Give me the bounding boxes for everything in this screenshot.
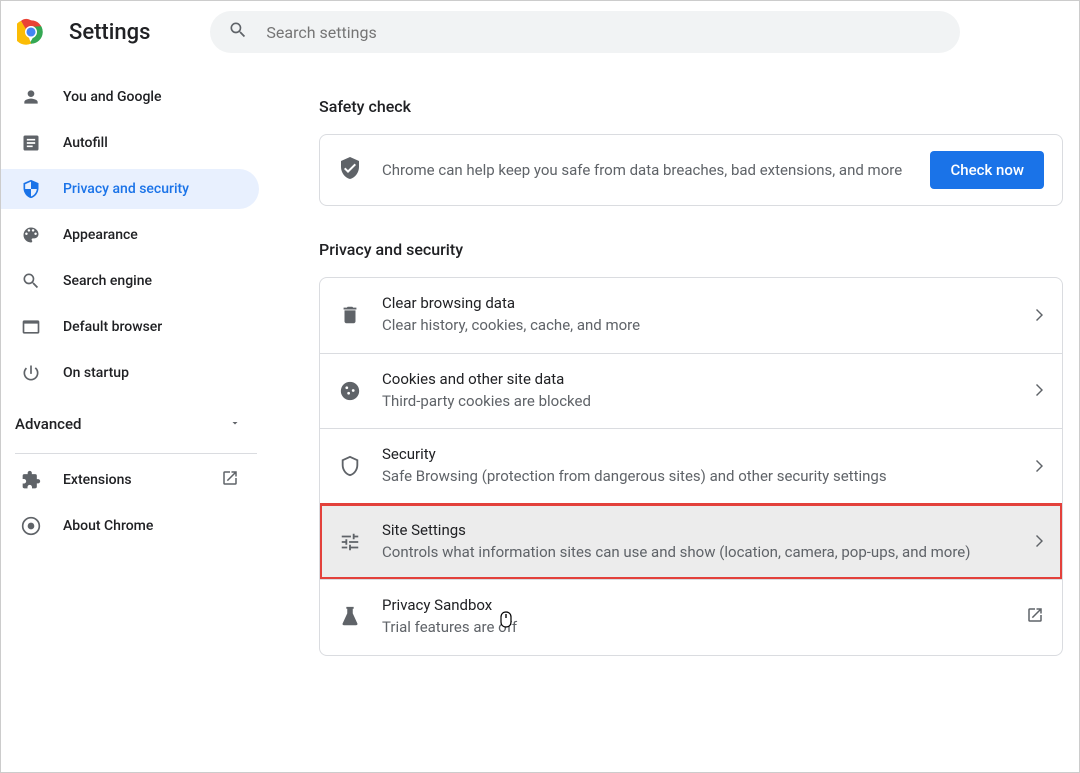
- check-now-button[interactable]: Check now: [930, 151, 1044, 189]
- setting-secondary: Clear history, cookies, cache, and more: [382, 314, 1026, 337]
- sidebar-item-search-engine[interactable]: Search engine: [1, 261, 259, 301]
- setting-privacy-sandbox[interactable]: Privacy Sandbox Trial features are off: [320, 579, 1062, 655]
- setting-secondary: Controls what information sites can use …: [382, 541, 1026, 564]
- cookie-icon: [338, 380, 362, 402]
- palette-icon: [21, 225, 41, 245]
- page-title: Settings: [69, 20, 150, 45]
- setting-site-settings[interactable]: Site Settings Controls what information …: [320, 504, 1062, 580]
- setting-primary: Cookies and other site data: [382, 370, 1026, 388]
- sidebar-item-autofill[interactable]: Autofill: [1, 123, 259, 163]
- content: Safety check Chrome can help keep you sa…: [271, 63, 1079, 772]
- power-icon: [21, 363, 41, 383]
- privacy-card: Clear browsing data Clear history, cooki…: [319, 277, 1063, 656]
- sidebar: You and Google Autofill Privacy and secu…: [1, 63, 271, 772]
- setting-secondary: Safe Browsing (protection from dangerous…: [382, 465, 1026, 488]
- sidebar-label: Search engine: [63, 273, 152, 289]
- browser-icon: [21, 317, 41, 337]
- sidebar-item-about-chrome[interactable]: About Chrome: [1, 506, 259, 546]
- security-icon: [338, 455, 362, 477]
- flask-icon: [338, 606, 362, 628]
- chevron-right-icon: [1036, 457, 1044, 476]
- divider: [15, 453, 257, 454]
- shield-icon: [21, 179, 41, 199]
- safety-check-card: Chrome can help keep you safe from data …: [319, 134, 1063, 206]
- tune-icon: [338, 531, 362, 553]
- external-link-icon: [1026, 606, 1044, 628]
- safety-check-text: Chrome can help keep you safe from data …: [382, 159, 930, 182]
- sidebar-label: Appearance: [63, 227, 138, 243]
- extension-icon: [21, 470, 41, 490]
- chrome-icon: [21, 516, 41, 536]
- setting-clear-browsing-data[interactable]: Clear browsing data Clear history, cooki…: [320, 278, 1062, 353]
- privacy-section-title: Privacy and security: [319, 240, 1063, 259]
- search-icon: [21, 271, 41, 291]
- setting-cookies[interactable]: Cookies and other site data Third-party …: [320, 353, 1062, 429]
- person-icon: [21, 87, 41, 107]
- search-input[interactable]: [266, 23, 942, 42]
- chevron-right-icon: [1036, 532, 1044, 551]
- search-settings[interactable]: [210, 11, 960, 53]
- sidebar-label: Extensions: [63, 472, 132, 488]
- chevron-down-icon: [229, 415, 241, 433]
- sidebar-label: Default browser: [63, 319, 162, 335]
- chevron-right-icon: [1036, 306, 1044, 325]
- setting-primary: Privacy Sandbox: [382, 596, 1016, 614]
- advanced-label: Advanced: [15, 415, 81, 433]
- sidebar-item-appearance[interactable]: Appearance: [1, 215, 259, 255]
- setting-primary: Site Settings: [382, 521, 1026, 539]
- external-link-icon: [221, 469, 239, 491]
- setting-security[interactable]: Security Safe Browsing (protection from …: [320, 428, 1062, 504]
- setting-primary: Clear browsing data: [382, 294, 1026, 312]
- search-icon: [228, 20, 248, 44]
- setting-secondary: Third-party cookies are blocked: [382, 390, 1026, 413]
- safety-check-title: Safety check: [319, 97, 1063, 116]
- chrome-logo-icon: [17, 18, 45, 46]
- sidebar-label: Privacy and security: [63, 181, 189, 197]
- sidebar-label: Autofill: [63, 135, 108, 151]
- chevron-right-icon: [1036, 381, 1044, 400]
- sidebar-item-extensions[interactable]: Extensions: [1, 460, 259, 500]
- autofill-icon: [21, 133, 41, 153]
- trash-icon: [338, 304, 362, 326]
- header: Settings: [1, 1, 1079, 63]
- sidebar-label: About Chrome: [63, 518, 153, 534]
- sidebar-item-you-and-google[interactable]: You and Google: [1, 77, 259, 117]
- sidebar-advanced[interactable]: Advanced: [1, 399, 271, 449]
- shield-check-icon: [338, 156, 362, 184]
- setting-primary: Security: [382, 445, 1026, 463]
- setting-secondary: Trial features are off: [382, 616, 1016, 639]
- sidebar-item-default-browser[interactable]: Default browser: [1, 307, 259, 347]
- sidebar-label: You and Google: [63, 89, 161, 105]
- sidebar-label: On startup: [63, 365, 129, 381]
- sidebar-item-on-startup[interactable]: On startup: [1, 353, 259, 393]
- sidebar-item-privacy-security[interactable]: Privacy and security: [1, 169, 259, 209]
